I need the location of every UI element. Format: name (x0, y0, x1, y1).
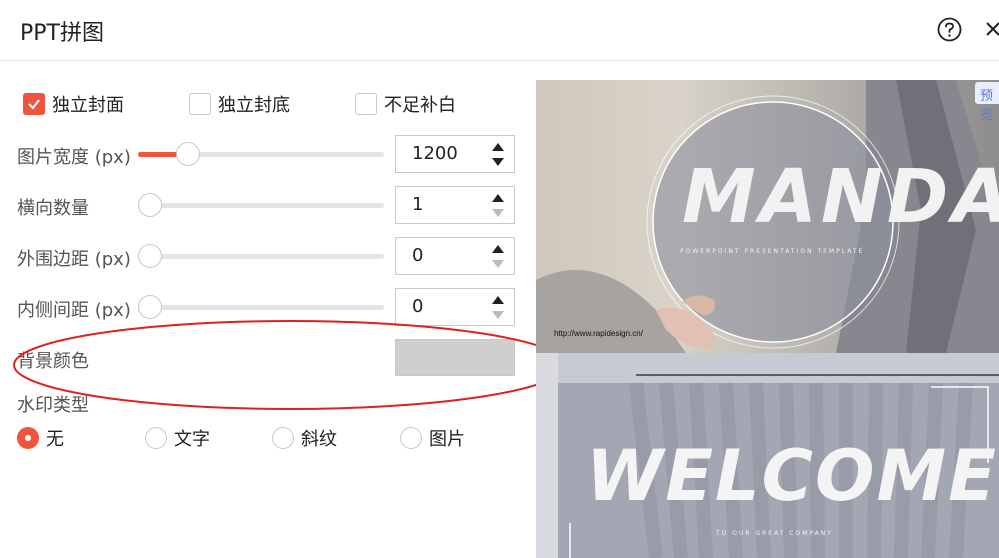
image-width-label: 图片宽度 (px) (17, 147, 131, 168)
watermark-image-radio[interactable]: 图片 (400, 426, 465, 450)
close-icon[interactable] (985, 15, 999, 43)
outer-margin-label: 外围边距 (px) (17, 249, 131, 270)
slider-track (138, 203, 384, 208)
slider-thumb[interactable] (138, 295, 162, 319)
watermark-text-label: 文字 (174, 429, 210, 450)
outer-margin-input[interactable]: 0 (395, 237, 515, 275)
horizontal-count-input[interactable]: 1 (395, 186, 515, 224)
cover-title: MANDA (682, 154, 999, 240)
increment-arrow-icon[interactable] (492, 245, 504, 253)
increment-arrow-icon[interactable] (492, 194, 504, 202)
radio-dot (145, 427, 167, 449)
decrement-arrow-icon[interactable] (492, 260, 504, 268)
preview-badge[interactable]: 预览 (975, 82, 999, 123)
slider-thumb[interactable] (138, 244, 162, 268)
inner-spacing-input[interactable]: 0 (395, 288, 515, 326)
slider-track (138, 305, 384, 310)
horizontal-count-value: 1 (412, 194, 424, 215)
watermark-diagonal-radio[interactable]: 斜纹 (272, 426, 337, 450)
slider-track (138, 254, 384, 259)
cover-subtitle: POWERPOINT PRESENTATION TEMPLATE (680, 248, 865, 255)
fill-blank-checkbox[interactable]: 不足补白 (355, 92, 456, 116)
independent-cover-checkbox[interactable]: 独立封面 (23, 92, 124, 116)
watermark-text-radio[interactable]: 文字 (145, 426, 210, 450)
independent-back-cover-label: 独立封底 (218, 95, 290, 116)
welcome-title: WELCOME (586, 435, 998, 517)
preview-slide-welcome: WELCOME TO OUR GREAT COMPANY (536, 353, 999, 558)
cover-url: http://www.rapidesign.cn/ (554, 329, 643, 338)
horizontal-count-label: 横向数量 (17, 198, 89, 219)
increment-arrow-icon[interactable] (492, 143, 504, 151)
image-width-value: 1200 (412, 143, 458, 164)
inner-spacing-slider[interactable] (138, 295, 384, 319)
image-width-input[interactable]: 1200 (395, 135, 515, 173)
outer-margin-value: 0 (412, 245, 424, 266)
welcome-subtitle: TO OUR GREAT COMPANY (716, 530, 833, 537)
decrement-arrow-icon[interactable] (492, 311, 504, 319)
increment-arrow-icon[interactable] (492, 296, 504, 304)
radio-dot (17, 427, 39, 449)
watermark-diagonal-label: 斜纹 (301, 429, 337, 450)
radio-dot (400, 427, 422, 449)
independent-back-cover-checkbox[interactable]: 独立封底 (189, 92, 290, 116)
inner-spacing-label: 内侧间距 (px) (17, 300, 131, 321)
decrement-arrow-icon[interactable] (492, 158, 504, 166)
decrement-arrow-icon[interactable] (492, 209, 504, 217)
preview-slide-cover: MANDA POWERPOINT PRESENTATION TEMPLATE h… (536, 80, 999, 353)
radio-dot (272, 427, 294, 449)
outer-margin-slider[interactable] (138, 244, 384, 268)
fill-blank-label: 不足补白 (384, 95, 456, 116)
slider-thumb[interactable] (175, 142, 200, 166)
slider-thumb[interactable] (138, 193, 162, 217)
watermark-none-radio[interactable]: 无 (17, 426, 64, 450)
watermark-image-label: 图片 (429, 429, 465, 450)
checkbox-box (355, 93, 377, 115)
help-icon[interactable] (937, 17, 962, 42)
independent-cover-label: 独立封面 (52, 95, 124, 116)
watermark-none-label: 无 (46, 429, 64, 450)
background-color-label: 背景颜色 (17, 351, 89, 372)
watermark-type-label: 水印类型 (17, 395, 89, 416)
preview-panel: MANDA POWERPOINT PRESENTATION TEMPLATE h… (536, 80, 999, 558)
checkbox-box (189, 93, 211, 115)
image-width-slider[interactable] (138, 142, 384, 166)
dialog-title: PPT拼图 (20, 21, 104, 46)
inner-spacing-value: 0 (412, 296, 424, 317)
checkmark-icon (23, 93, 45, 115)
background-color-swatch[interactable] (395, 339, 515, 376)
header-divider (0, 60, 999, 61)
horizontal-count-slider[interactable] (138, 193, 384, 217)
